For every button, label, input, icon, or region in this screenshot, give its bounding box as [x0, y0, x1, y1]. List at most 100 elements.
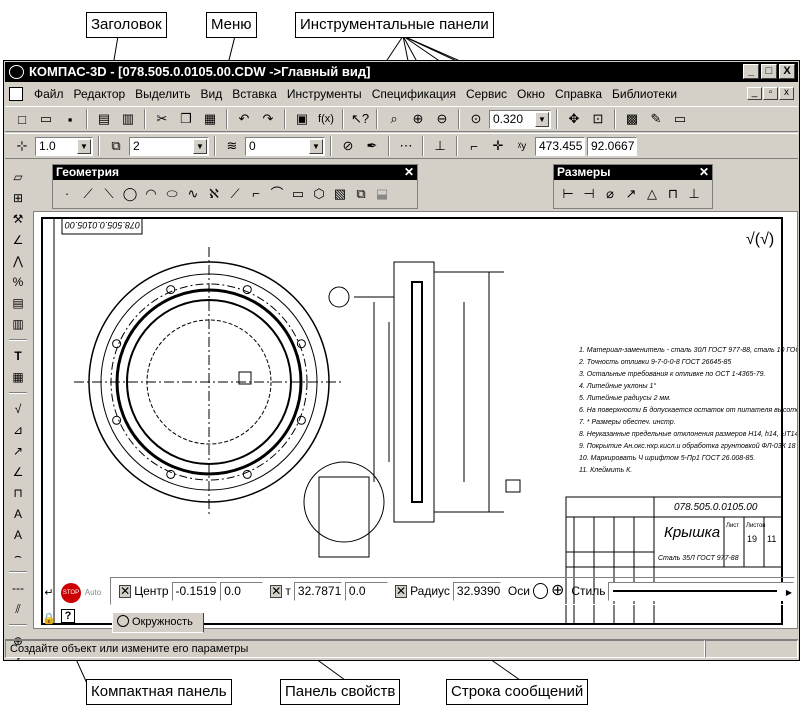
doc-minimize-button[interactable]: _ — [747, 87, 762, 100]
line-style-select[interactable]: ▶ — [608, 581, 795, 601]
section-icon[interactable]: ⊓ — [9, 484, 27, 502]
step-combo[interactable]: 1.0 ▼ — [35, 136, 93, 156]
spline-icon[interactable]: ∿ — [183, 184, 203, 204]
zoom-scale-icon[interactable]: ⊙ — [465, 108, 487, 130]
zoom-combo[interactable]: 0.320 ▼ — [489, 109, 551, 129]
view-arrow-icon[interactable]: A — [9, 505, 27, 523]
view-combo[interactable]: 2 ▼ — [129, 136, 209, 156]
point-y-field[interactable]: 0.0 — [344, 581, 388, 601]
no-axes-icon[interactable] — [532, 583, 548, 599]
zoom-in-icon[interactable]: ⊕ — [407, 108, 429, 130]
doc-close-button[interactable]: x — [779, 87, 794, 100]
lock-icon[interactable]: 🔒 — [39, 609, 59, 629]
menu-service[interactable]: Сервис — [461, 84, 512, 104]
coord-y-field[interactable]: 92.0667 — [587, 136, 637, 156]
menu-window[interactable]: Окно — [512, 84, 550, 104]
close-icon[interactable]: ✕ — [699, 165, 709, 180]
menu-editor[interactable]: Редактор — [69, 84, 131, 104]
ellipse-icon[interactable]: ⬭ — [162, 184, 182, 204]
text-tool-icon[interactable]: T — [9, 347, 27, 365]
snap-icon[interactable]: ⊘ — [337, 135, 359, 157]
circle-icon[interactable]: ◯ — [120, 184, 140, 204]
center-checkbox[interactable]: ✕ — [119, 584, 132, 598]
print-preview-icon[interactable]: ▥ — [117, 108, 139, 130]
menu-insert[interactable]: Вставка — [227, 84, 282, 104]
maximize-button[interactable]: □ — [761, 64, 777, 79]
radius-field[interactable]: 32.9390 — [452, 581, 501, 601]
menu-specification[interactable]: Спецификация — [367, 84, 461, 104]
arc-dim-icon[interactable]: ⊓ — [663, 184, 683, 204]
hatch-icon[interactable]: ▧ — [330, 184, 350, 204]
angular-dim-icon[interactable]: △ — [642, 184, 662, 204]
open-icon[interactable]: ▭ — [35, 108, 57, 130]
doc-restore-button[interactable]: ▫ — [763, 87, 778, 100]
point-icon[interactable]: · — [57, 184, 77, 204]
base-icon[interactable]: ⊿ — [9, 421, 27, 439]
roughness-icon[interactable]: √ — [9, 400, 27, 418]
hatch-icon[interactable]: ⌢ — [9, 547, 27, 565]
help-pointer-icon[interactable]: ↖? — [349, 108, 371, 130]
height-dim-icon[interactable]: ⊥ — [684, 184, 704, 204]
equidistant-icon[interactable]: ⬓ — [372, 184, 392, 204]
arc-icon[interactable]: ◠ — [141, 184, 161, 204]
local-cs-icon[interactable]: ⊥ — [429, 135, 451, 157]
pan-icon[interactable]: ✥ — [563, 108, 585, 130]
radius-checkbox[interactable]: ✕ — [394, 584, 408, 598]
menu-file[interactable]: Файл — [29, 84, 69, 104]
edit-tool-icon[interactable]: ∠ — [9, 231, 27, 249]
menu-select[interactable]: Выделить — [130, 84, 195, 104]
fillet-icon[interactable]: ⌒ — [267, 184, 287, 204]
chevron-down-icon[interactable]: ▼ — [535, 111, 549, 127]
segment-icon[interactable]: ⟍ — [99, 184, 119, 204]
measure-tool-icon[interactable]: % — [9, 273, 27, 291]
select-tool-icon[interactable]: ▤ — [9, 294, 27, 312]
dimensions-tool-icon[interactable]: ⊞ — [9, 189, 27, 207]
chamfer-icon[interactable]: ⌐ — [246, 184, 266, 204]
geometry-tool-icon[interactable]: ▱ — [9, 168, 27, 186]
color-icon[interactable]: ✎ — [645, 108, 667, 130]
close-icon[interactable]: ✕ — [404, 165, 414, 180]
variables-icon[interactable]: ▣ — [291, 108, 313, 130]
new-icon[interactable]: □ — [11, 108, 33, 130]
cut-icon[interactable]: ✂ — [151, 108, 173, 130]
linear-dim-icon[interactable]: ⊢ — [558, 184, 578, 204]
zoom-window-icon[interactable]: ⌕ — [383, 108, 405, 130]
print-icon[interactable]: ▤ — [93, 108, 115, 130]
diameter-dim-icon[interactable]: ⌀ — [600, 184, 620, 204]
menu-view[interactable]: Вид — [196, 84, 228, 104]
drawing-canvas[interactable]: 078.505.0.0105.00 √(√) 1. Материал-замен… — [33, 211, 798, 629]
pen-icon[interactable]: ✒ — [361, 135, 383, 157]
ortho-icon[interactable]: ⌐ — [463, 135, 485, 157]
layer-combo[interactable]: 0 ▼ — [245, 136, 325, 156]
rectangle-icon[interactable]: ▭ — [288, 184, 308, 204]
menu-help[interactable]: Справка — [550, 84, 607, 104]
zoom-out-icon[interactable]: ⊖ — [431, 108, 453, 130]
auto-icon[interactable]: Auto — [83, 583, 103, 603]
menu-libraries[interactable]: Библиотеки — [607, 84, 682, 104]
undo-icon[interactable]: ↶ — [233, 108, 255, 130]
grid-icon[interactable]: ⋯ — [395, 135, 417, 157]
polygon-icon[interactable]: ⬡ — [309, 184, 329, 204]
axis-icon[interactable]: A — [9, 526, 27, 544]
linear-dim-break-icon[interactable]: ⊣ — [579, 184, 599, 204]
copy-icon[interactable]: ❐ — [175, 108, 197, 130]
center-x-field[interactable]: -0.1519 — [171, 581, 218, 601]
cursor-coords-icon[interactable]: ✛ — [487, 135, 509, 157]
aux-line-icon[interactable]: ⟋ — [78, 184, 98, 204]
menu-tools[interactable]: Инструменты — [282, 84, 367, 104]
layer-stack-icon[interactable]: ≋ — [221, 135, 243, 157]
curve-icon[interactable]: ℵ — [204, 184, 224, 204]
stop-icon[interactable]: STOP — [61, 583, 81, 603]
paste-icon[interactable]: ▦ — [199, 108, 221, 130]
polyline-icon[interactable]: ⟋ — [225, 184, 245, 204]
center-y-field[interactable]: 0.0 — [220, 581, 264, 601]
view-icon[interactable]: ⧉ — [105, 135, 127, 157]
close-button[interactable]: X — [779, 64, 795, 79]
radial-dim-icon[interactable]: ↗ — [621, 184, 641, 204]
point-x-field[interactable]: 32.7871 — [293, 581, 342, 601]
tab-circle[interactable]: Окружность — [112, 613, 204, 633]
save-icon[interactable]: ▪ — [59, 108, 81, 130]
table-tool-icon[interactable]: ▦ — [9, 368, 27, 386]
with-axes-icon[interactable]: ⊕ — [551, 583, 564, 599]
zoom-all-icon[interactable]: ⊡ — [587, 108, 609, 130]
